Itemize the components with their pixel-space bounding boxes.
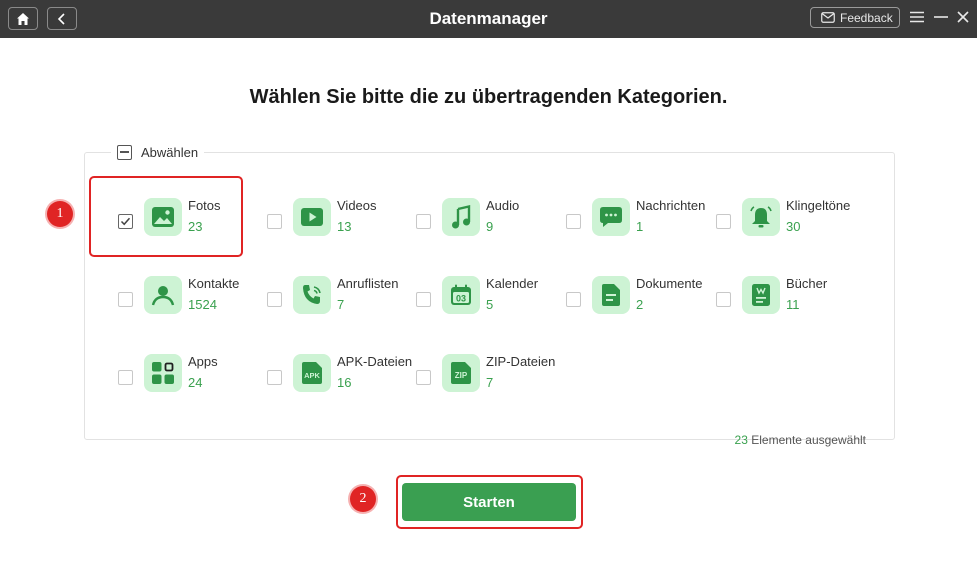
apps-icon: [144, 354, 182, 392]
category-count: 2: [636, 297, 644, 312]
svg-text:APK: APK: [304, 371, 320, 380]
category-count: 24: [188, 375, 203, 390]
category-label: Bücher: [786, 276, 828, 291]
category-label: Anruflisten: [337, 276, 399, 291]
svg-text:ZIP: ZIP: [455, 371, 468, 380]
book-icon: [742, 276, 780, 314]
feedback-button[interactable]: Feedback: [810, 7, 900, 28]
close-icon: [957, 11, 969, 23]
category-nachrichten[interactable]: Nachrichten 1: [566, 198, 706, 258]
hamburger-icon: [910, 11, 924, 23]
category-apps[interactable]: Apps 24: [118, 354, 258, 414]
category-apk-dateien[interactable]: APK APK-Dateien 16: [267, 354, 412, 414]
category-klingeltoene[interactable]: Klingeltöne 30: [716, 198, 856, 258]
category-videos[interactable]: Videos 13: [267, 198, 407, 258]
video-icon: [293, 198, 331, 236]
category-label: Audio: [486, 198, 520, 213]
title-bar: Datenmanager Feedback: [0, 0, 977, 38]
selected-count: 23: [734, 433, 748, 447]
category-label: Nachrichten: [636, 198, 706, 213]
category-label: Dokumente: [636, 276, 703, 291]
step-badge-1: 1: [47, 201, 73, 227]
minimize-icon: [934, 16, 948, 18]
category-count: 11: [786, 297, 800, 312]
checkbox-zip-dateien[interactable]: [416, 370, 431, 385]
checkbox-kontakte[interactable]: [118, 292, 133, 307]
svg-text:03: 03: [456, 294, 466, 304]
checkbox-audio[interactable]: [416, 214, 431, 229]
checkbox-klingeltoene[interactable]: [716, 214, 731, 229]
category-count: 30: [786, 219, 801, 234]
calendar-icon: 03: [442, 276, 480, 314]
category-anruflisten[interactable]: Anruflisten 7: [267, 276, 407, 336]
contact-icon: [144, 276, 182, 314]
checkbox-buecher[interactable]: [716, 292, 731, 307]
feedback-label: Feedback: [840, 10, 893, 25]
checkbox-apps[interactable]: [118, 370, 133, 385]
category-label: Klingeltöne: [786, 198, 851, 213]
category-label: Kontakte: [188, 276, 240, 291]
checkbox-videos[interactable]: [267, 214, 282, 229]
selected-text: Elemente ausgewählt: [751, 433, 866, 447]
category-label: APK-Dateien: [337, 354, 413, 369]
checkbox-apk-dateien[interactable]: [267, 370, 282, 385]
category-count: 5: [486, 297, 494, 312]
category-count: 7: [486, 375, 494, 390]
highlight-box-1: [89, 176, 243, 257]
selection-summary: 23 Elemente ausgewählt: [735, 433, 866, 447]
menu-button[interactable]: [908, 8, 926, 26]
page-heading: Wählen Sie bitte die zu übertragenden Ka…: [249, 86, 728, 108]
checkbox-kalender[interactable]: [416, 292, 431, 307]
minimize-button[interactable]: [932, 8, 950, 26]
document-icon: [592, 276, 630, 314]
category-dokumente[interactable]: Dokumente 2: [566, 276, 706, 336]
category-label: Apps: [188, 354, 218, 369]
deselect-label: Abwählen: [141, 144, 199, 160]
category-buecher[interactable]: Bücher 11: [716, 276, 856, 336]
apk-icon: APK: [293, 354, 331, 392]
category-count: 1524: [188, 297, 217, 312]
category-label: Kalender: [486, 276, 539, 291]
deselect-checkbox[interactable]: [117, 144, 132, 160]
category-label: Videos: [337, 198, 377, 213]
mail-icon: [821, 12, 835, 23]
category-count: 9: [486, 219, 494, 234]
category-count: 1: [636, 219, 644, 234]
checkbox-dokumente[interactable]: [566, 292, 581, 307]
phone-icon: [293, 276, 331, 314]
zip-icon: ZIP: [442, 354, 480, 392]
step-badge-2: 2: [350, 486, 376, 512]
close-button[interactable]: [954, 8, 972, 26]
checkbox-anruflisten[interactable]: [267, 292, 282, 307]
category-kontakte[interactable]: Kontakte 1524: [118, 276, 258, 336]
start-button[interactable]: Starten: [402, 483, 576, 521]
category-audio[interactable]: Audio 9: [416, 198, 556, 258]
music-icon: [442, 198, 480, 236]
category-zip-dateien[interactable]: ZIP ZIP-Dateien 7: [416, 354, 556, 414]
category-count: 7: [337, 297, 345, 312]
category-count: 13: [337, 219, 352, 234]
category-label: ZIP-Dateien: [486, 354, 556, 369]
bell-icon: [742, 198, 780, 236]
category-kalender[interactable]: 03 Kalender 5: [416, 276, 556, 336]
category-count: 16: [337, 375, 352, 390]
deselect-all-toggle[interactable]: Abwählen: [111, 142, 205, 162]
checkbox-nachrichten[interactable]: [566, 214, 581, 229]
message-icon: [592, 198, 630, 236]
